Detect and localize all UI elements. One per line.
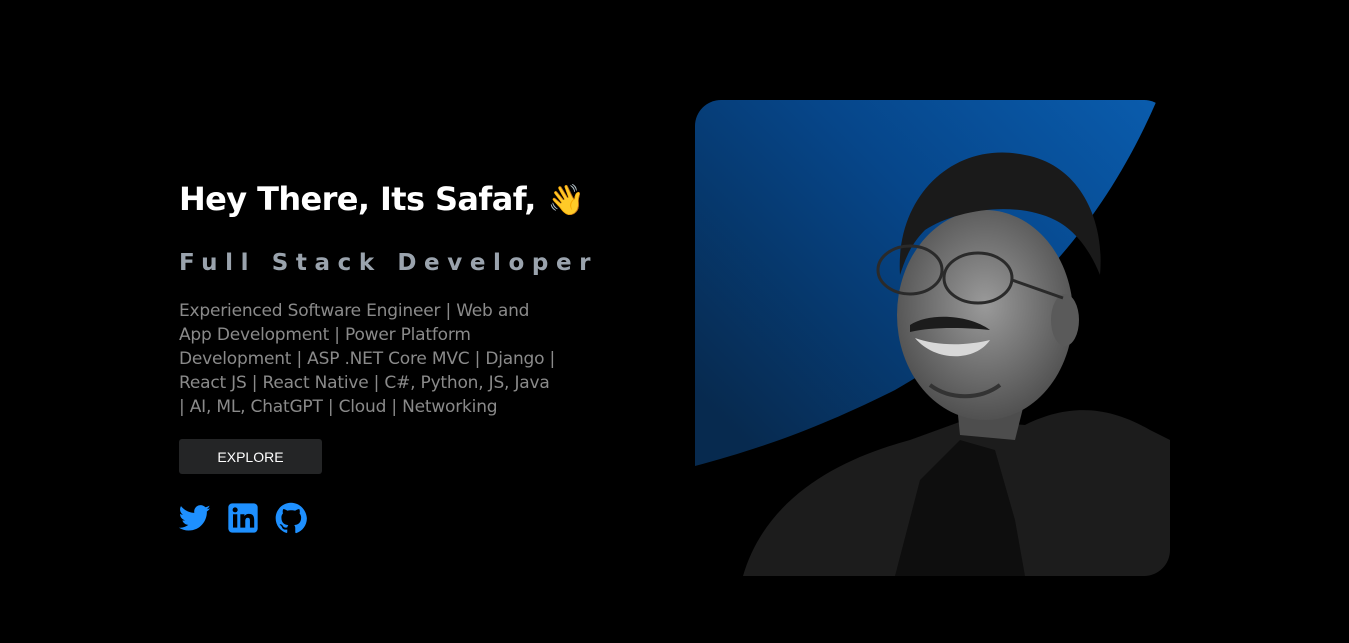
greeting-heading: Hey There, Its Safaf, 👋	[179, 172, 585, 228]
portrait-image	[695, 100, 1170, 576]
twitter-link[interactable]	[179, 502, 211, 534]
portrait-card	[695, 100, 1170, 576]
github-link[interactable]	[275, 502, 307, 534]
role-title: Full Stack Developer	[179, 250, 599, 276]
social-links	[179, 502, 579, 534]
github-icon	[275, 502, 307, 534]
bio-text: Experienced Software Engineer | Web and …	[179, 301, 556, 417]
greeting-text: Hey There, Its Safaf,	[179, 180, 536, 218]
wave-emoji-icon: 👋	[547, 183, 585, 218]
twitter-icon	[179, 505, 211, 531]
explore-button[interactable]: EXPLORE	[179, 439, 322, 474]
hero-section: Hey There, Its Safaf, 👋 Full Stack Develo…	[179, 172, 599, 534]
linkedin-link[interactable]	[227, 502, 259, 534]
linkedin-icon	[228, 503, 258, 533]
